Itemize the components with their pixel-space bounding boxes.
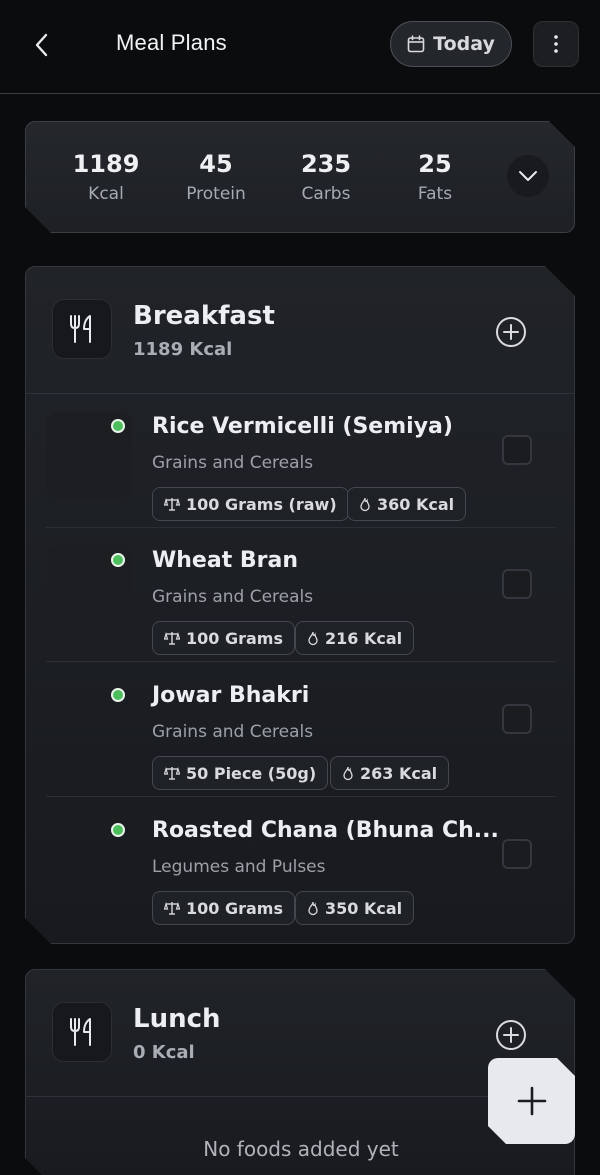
- food-checkbox[interactable]: [502, 569, 532, 599]
- quantity-chip: 50 Piece (50g): [152, 756, 328, 790]
- food-name: Jowar Bhakri: [152, 683, 310, 708]
- macro-label: Kcal: [88, 184, 124, 204]
- divider: [46, 796, 556, 797]
- calories-text: 360 Kcal: [377, 494, 455, 514]
- food-item[interactable]: Rice Vermicelli (Semiya) Grains and Cere…: [26, 394, 575, 528]
- fork-knife-icon: [68, 314, 96, 344]
- calendar-icon: [407, 35, 425, 53]
- macro-value: 45: [199, 150, 233, 178]
- more-options-button[interactable]: [533, 21, 579, 67]
- food-checkbox[interactable]: [502, 704, 532, 734]
- add-meal-fab[interactable]: [488, 1058, 575, 1144]
- page-title: Meal Plans: [116, 30, 227, 55]
- scale-icon: [164, 901, 180, 915]
- food-name: Roasted Chana (Bhuna Ch...: [152, 818, 499, 843]
- quantity-chip: 100 Grams (raw): [152, 487, 349, 521]
- divider: [46, 661, 556, 662]
- add-food-button[interactable]: [495, 1019, 527, 1051]
- food-item[interactable]: Wheat Bran Grains and Cereals 100 Grams …: [26, 528, 575, 662]
- macro-carbs: 235 Carbs: [271, 150, 381, 204]
- scale-icon: [164, 497, 180, 511]
- food-checkbox[interactable]: [502, 839, 532, 869]
- quantity-text: 50 Piece (50g): [186, 763, 317, 783]
- chevron-down-icon: [518, 170, 538, 182]
- today-button[interactable]: Today: [390, 21, 512, 67]
- plus-circle-icon: [495, 316, 527, 348]
- status-dot: [111, 553, 125, 567]
- chevron-left-icon: [35, 33, 48, 57]
- expand-summary-button[interactable]: [507, 155, 549, 197]
- food-item[interactable]: Roasted Chana (Bhuna Ch... Legumes and P…: [26, 798, 575, 932]
- macro-label: Fats: [417, 184, 453, 204]
- calories-chip: 216 Kcal: [295, 621, 414, 655]
- macro-protein: 45 Protein: [161, 150, 271, 204]
- status-dot: [111, 823, 125, 837]
- add-food-button[interactable]: [495, 316, 527, 348]
- quantity-chip: 100 Grams: [152, 891, 295, 925]
- food-checkbox[interactable]: [502, 435, 532, 465]
- macro-label: Carbs: [301, 184, 351, 204]
- flame-icon: [307, 631, 319, 646]
- quantity-chip: 100 Grams: [152, 621, 295, 655]
- macro-value: 25: [418, 150, 452, 178]
- macro-label: Protein: [186, 184, 246, 204]
- food-category: Grains and Cereals: [152, 587, 314, 607]
- empty-state-text: No foods added yet: [203, 1137, 399, 1161]
- more-vertical-icon: [554, 35, 558, 53]
- quantity-text: 100 Grams (raw): [186, 494, 337, 514]
- plus-icon: [516, 1085, 548, 1117]
- quantity-text: 100 Grams: [186, 898, 283, 918]
- quantity-text: 100 Grams: [186, 628, 283, 648]
- calories-chip: 360 Kcal: [347, 487, 466, 521]
- plus-circle-icon: [495, 1019, 527, 1051]
- meal-name: Lunch: [133, 1004, 221, 1034]
- scale-icon: [164, 631, 180, 645]
- meal-icon-box: [52, 299, 112, 359]
- calories-chip: 350 Kcal: [295, 891, 414, 925]
- food-name: Wheat Bran: [152, 548, 298, 573]
- fork-knife-icon: [68, 1017, 96, 1047]
- food-category: Grains and Cereals: [152, 722, 314, 742]
- macro-kcal: 1189 Kcal: [51, 150, 161, 204]
- meal-card-breakfast: Breakfast 1189 Kcal Rice Vermicelli (Sem…: [25, 266, 575, 944]
- food-category: Grains and Cereals: [152, 453, 314, 473]
- macro-fats: 25 Fats: [380, 150, 490, 204]
- flame-icon: [342, 766, 354, 781]
- calories-text: 263 Kcal: [360, 763, 438, 783]
- macro-value: 235: [300, 150, 352, 178]
- macro-value: 1189: [72, 150, 140, 178]
- calories-text: 350 Kcal: [325, 898, 403, 918]
- app-header: Meal Plans Today: [0, 0, 600, 94]
- food-category: Legumes and Pulses: [152, 857, 326, 877]
- back-button[interactable]: [26, 28, 60, 62]
- macro-summary-card: 1189 Kcal 45 Protein 235 Carbs 25 Fats: [25, 121, 575, 233]
- flame-icon: [359, 497, 371, 512]
- food-item[interactable]: Jowar Bhakri Grains and Cereals 50 Piece…: [26, 663, 575, 797]
- calories-text: 216 Kcal: [325, 628, 403, 648]
- scale-icon: [164, 766, 180, 780]
- meal-icon-box: [52, 1002, 112, 1062]
- status-dot: [111, 688, 125, 702]
- calories-chip: 263 Kcal: [330, 756, 449, 790]
- meal-kcal: 0 Kcal: [133, 1042, 195, 1063]
- status-dot: [111, 419, 125, 433]
- flame-icon: [307, 901, 319, 916]
- food-name: Rice Vermicelli (Semiya): [152, 414, 453, 439]
- meal-name: Breakfast: [133, 301, 275, 331]
- meal-kcal: 1189 Kcal: [133, 339, 233, 360]
- today-label: Today: [433, 33, 495, 55]
